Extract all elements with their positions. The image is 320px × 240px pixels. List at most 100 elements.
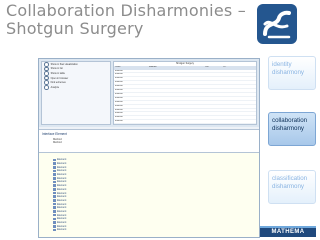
table-cell [149,77,205,80]
classification-label-2: disharmony [272,182,304,190]
table-cell: Element [115,77,123,80]
table-cell [223,101,241,104]
tree-item-label: Element [57,195,67,199]
table-cell: Element [115,69,123,72]
method-icon [53,199,56,202]
table-cell [149,116,205,119]
table-cell [223,116,241,119]
classification-label-1: classification [272,175,308,182]
ide-top-area: Show in flow visualization Show in list Sh… [39,59,259,127]
table-cell: Element [115,96,123,99]
table-cell [223,85,241,88]
table-cell: Element [115,120,123,123]
collaboration-label-1: collaboration [272,117,308,124]
results-table: Shotgun Surgery Class Method CM CC Eleme… [113,61,257,125]
table-cell: Element [115,112,123,115]
tree-list: Element Element Element Element Element Eleme… [39,158,259,232]
tree-item-label: Element [57,202,67,206]
brand-wordmark: MATHEMA [260,228,316,237]
table-cell [149,97,205,100]
tree-item-label: Element [57,162,67,166]
method-icon [53,224,56,228]
classification-disharmony-box[interactable]: classification disharmony [268,170,316,204]
method-icon [53,213,56,217]
tree-item-label: Element [57,224,67,228]
table-cell [149,81,205,84]
table-cell: Element [114,124,149,125]
table-cell [223,97,241,100]
radio-button-icon[interactable] [44,84,49,90]
table-cell [149,112,205,115]
table-cell [149,109,205,112]
table-cell [149,93,205,96]
tree-item-label: Element [57,165,67,169]
tree-item[interactable]: Element [39,228,259,232]
visualization-options-panel: Show in flow visualization Show in list Sh… [41,61,111,125]
call-tree-pane: Element Element Element Element Element Eleme… [39,152,259,237]
method-icon [53,202,56,206]
table-cell [149,124,205,125]
table-cell: Element [115,92,123,95]
collaboration-label-2: disharmony [272,124,304,132]
tree-item-label: Element [57,158,67,162]
table-cell: Element [115,81,123,84]
table-cell [149,120,205,123]
radio-option-label: Open in browser [50,76,69,80]
table-cell [205,112,223,115]
slide-title: Collaboration Disharmonies – Shotgun Sur… [6,2,246,38]
tree-item-label: Element [57,213,67,217]
identity-label-1: identity [272,61,292,68]
table-cell: Element [115,116,123,119]
method-icon [53,173,56,176]
table-cell [223,120,241,123]
tree-item-label: Element [57,176,67,180]
identity-disharmony-box[interactable]: identity disharmony [268,56,316,90]
method-icon [53,195,56,199]
collaboration-disharmony-box[interactable]: collaboration disharmony [268,112,316,146]
table-row[interactable]: Element [114,124,256,125]
table-cell [223,70,241,73]
table-cell [205,93,223,96]
table-cell [223,81,241,84]
radio-option-label: Analyze [50,85,60,89]
table-cell [205,120,223,123]
tree-item-label: Element [57,198,67,202]
method-icon [53,176,56,180]
table-cell [149,73,205,76]
tree-item-label: Element [57,217,67,221]
table-cell [205,77,223,80]
radio-option[interactable]: Analyze [44,84,110,90]
table-cell [205,116,223,119]
table-cell [205,97,223,100]
radio-option-label: Show in table [50,71,65,75]
method-icon [53,169,56,173]
method-icon [53,162,56,165]
table-cell [223,93,241,96]
table-cell: Element [115,100,123,103]
radio-option-label: Find extremes [50,81,66,85]
tree-item-label: Element [57,191,67,195]
table-cell [205,101,223,104]
method-icon [53,188,56,191]
table-cell [205,124,223,125]
tree-item-label: Element [57,173,67,177]
table-cell [223,73,241,76]
table-cell [205,73,223,76]
table-cell [149,105,205,108]
radio-button-icon[interactable] [44,62,49,67]
code-editor[interactable]: Interface Element Method Method [39,129,259,152]
editor-sub-line-2: Method [53,141,62,145]
tree-item-label: Element [57,187,67,191]
table-cell [223,89,241,92]
method-icon [53,221,56,224]
tree-item-label: Element [57,184,67,188]
table-cell [223,77,241,80]
method-icon [53,206,56,210]
table-cell [205,109,223,112]
method-icon [53,217,56,221]
table-cell: Element [115,85,123,88]
tree-item-label: Element [57,206,67,210]
slide-title-line-1: Collaboration Disharmonies – [6,1,246,20]
tree-header-left [42,153,108,158]
radio-option-label: Show in list [50,67,63,71]
